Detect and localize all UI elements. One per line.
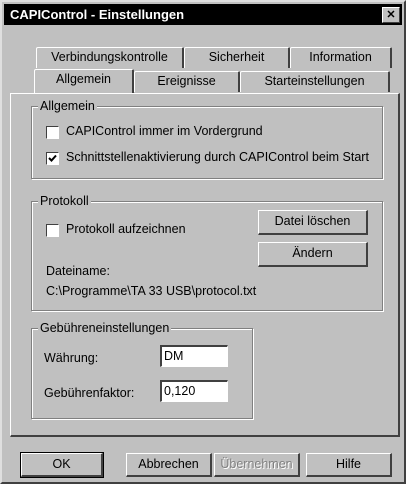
filename-label: Dateiname: xyxy=(46,264,110,278)
interface-activation-checkbox[interactable] xyxy=(46,152,59,165)
group-protokoll: Protokoll Protokoll aufzeichnen Datei lö… xyxy=(31,194,383,311)
filename-value: C:\Programme\TA 33 USB\protocol.txt xyxy=(46,284,257,298)
delete-file-button[interactable]: Datei löschen xyxy=(258,210,368,235)
close-icon: ✕ xyxy=(386,9,396,21)
tab-starteinstellungen[interactable]: Starteinstellungen xyxy=(240,71,390,92)
currency-label: Währung: xyxy=(44,351,99,365)
checkmark-icon xyxy=(48,154,57,162)
tab-information[interactable]: Information xyxy=(290,47,392,68)
tab-ereignisse[interactable]: Ereignisse xyxy=(134,71,240,92)
tab-sicherheit[interactable]: Sicherheit xyxy=(184,47,290,68)
group-gebuehren: Gebühreneinstellungen Währung: DM Gebühr… xyxy=(31,321,253,419)
tab-verbindungskontrolle[interactable]: Verbindungskontrolle xyxy=(36,47,184,68)
group-protokoll-legend: Protokoll xyxy=(38,194,91,209)
close-button[interactable]: ✕ xyxy=(382,7,400,23)
group-gebuehren-legend: Gebühreneinstellungen xyxy=(38,321,172,336)
fee-factor-input[interactable]: 0,120 xyxy=(160,380,228,402)
title-bar[interactable]: CAPIControl - Einstellungen ✕ xyxy=(4,4,402,25)
change-button[interactable]: Ändern xyxy=(258,242,368,267)
tab-allgemein[interactable]: Allgemein xyxy=(34,69,134,93)
group-allgemein: Allgemein CAPIControl immer im Vordergru… xyxy=(31,99,383,179)
settings-dialog: CAPIControl - Einstellungen ✕ Verbindung… xyxy=(0,0,406,484)
cancel-button[interactable]: Abbrechen xyxy=(126,453,212,477)
interface-activation-label[interactable]: Schnittstellenaktivierung durch CAPICont… xyxy=(66,150,369,165)
always-on-top-checkbox[interactable] xyxy=(46,126,59,139)
tab-panel-allgemein: Allgemein CAPIControl immer im Vordergru… xyxy=(10,93,400,437)
ok-button[interactable]: OK xyxy=(20,452,104,478)
fee-factor-label: Gebührenfaktor: xyxy=(44,386,135,400)
help-button[interactable]: Hilfe xyxy=(306,453,392,477)
always-on-top-label[interactable]: CAPIControl immer im Vordergrund xyxy=(66,124,263,139)
record-log-label[interactable]: Protokoll aufzeichnen xyxy=(66,222,186,237)
apply-button: Übernehmen xyxy=(214,453,300,477)
currency-input[interactable]: DM xyxy=(160,345,228,367)
group-allgemein-legend: Allgemein xyxy=(38,99,97,114)
window-title: CAPIControl - Einstellungen xyxy=(10,7,185,22)
record-log-checkbox[interactable] xyxy=(46,224,59,237)
